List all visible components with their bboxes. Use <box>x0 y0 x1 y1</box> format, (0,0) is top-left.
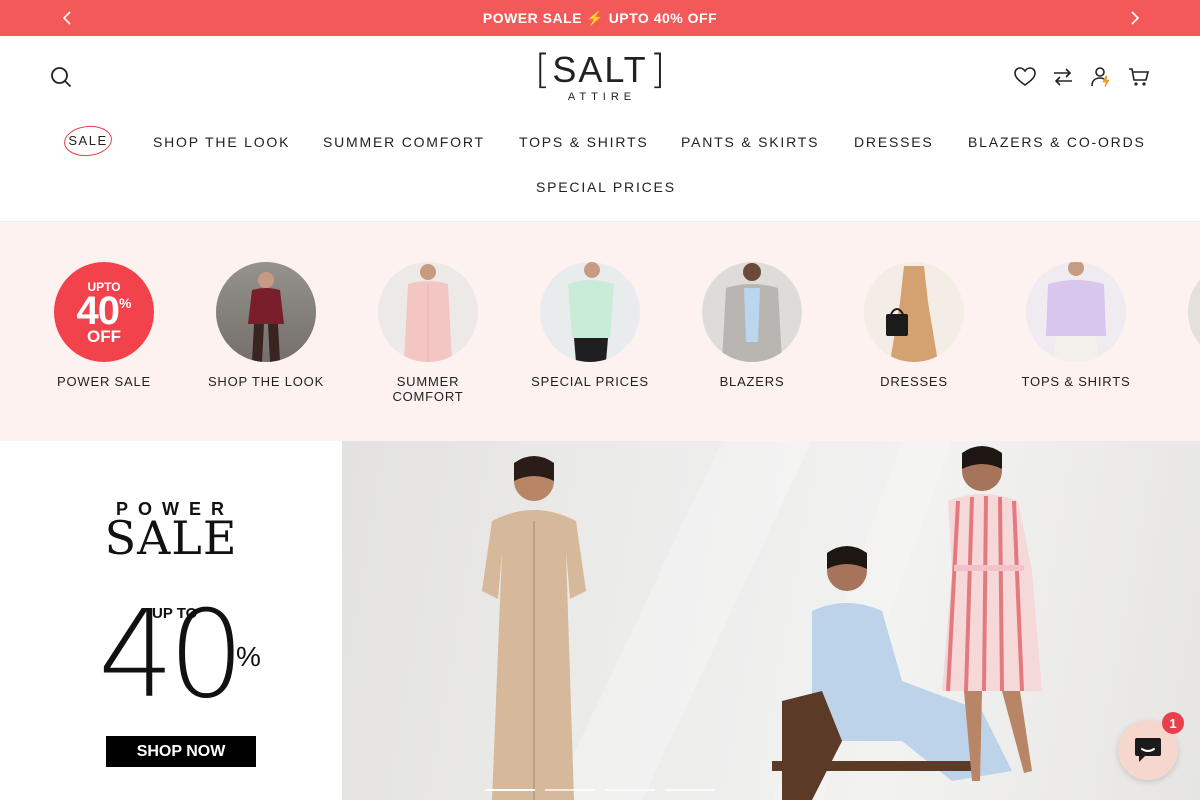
chat-unread-badge: 1 <box>1162 712 1184 734</box>
category-shop-the-look[interactable]: SHOP THE LOOK <box>201 262 331 389</box>
model-figure-image <box>722 263 782 362</box>
nav-item-shop-the-look[interactable]: SHOP THE LOOK <box>153 132 290 152</box>
category-image <box>702 262 802 362</box>
account-button[interactable] <box>1090 66 1112 88</box>
category-image <box>1188 262 1200 362</box>
category-image <box>1026 262 1126 362</box>
model-figure-image <box>216 262 316 362</box>
compare-icon <box>1054 68 1072 86</box>
category-summer-comfort[interactable]: SUMMER COMFORT <box>363 262 493 404</box>
chevron-right-icon <box>1131 11 1140 25</box>
category-label: DRESSES <box>880 374 948 389</box>
badge-off-text: OFF <box>87 327 121 346</box>
compare-button[interactable] <box>1052 66 1074 88</box>
category-special-prices[interactable]: SPECIAL PRICES <box>525 262 655 389</box>
category-strip: UPTO 40 % OFF POWER SALE SHOP THE LOOK S… <box>0 222 1200 441</box>
heart-icon <box>1014 67 1036 86</box>
header-icons <box>1014 66 1150 88</box>
category-blazers[interactable]: BLAZERS <box>687 262 817 389</box>
model-figure-image <box>1046 262 1106 362</box>
hero-image <box>342 441 1200 800</box>
shop-now-button[interactable]: SHOP NOW <box>106 736 256 767</box>
nav-item-special-prices[interactable]: SPECIAL PRICES <box>536 177 676 197</box>
category-dresses[interactable]: DRESSES <box>849 262 979 389</box>
category-image <box>540 262 640 362</box>
hero-promo-panel: POWER SALE 40 UP TO % SHOP NOW <box>0 441 342 800</box>
category-image <box>216 262 316 362</box>
chat-icon <box>1135 738 1161 762</box>
logo-bracket-left: [ <box>534 47 551 93</box>
nav-item-sale[interactable]: SALE <box>62 123 114 159</box>
model-figure-image <box>568 262 614 362</box>
wishlist-button[interactable] <box>1014 66 1036 88</box>
category-image <box>864 262 964 362</box>
site-logo[interactable]: [ SALT ] ATTIRE <box>535 49 666 108</box>
hero-pct: % <box>236 641 261 672</box>
badge-pct-text: % <box>119 295 132 311</box>
slider-dot-2[interactable] <box>545 789 595 791</box>
model-figure-image <box>886 266 938 362</box>
sale-highlight-ring <box>62 123 114 159</box>
category-tops-shirts[interactable]: TOPS & SHIRTS <box>1011 262 1141 389</box>
hero-models-illustration <box>482 441 1042 800</box>
category-label: SUMMER COMFORT <box>392 374 464 404</box>
category-label: SPECIAL PRICES <box>531 374 649 389</box>
nav-item-dresses[interactable]: DRESSES <box>854 132 934 152</box>
hero-slider-dots <box>485 789 715 791</box>
hero-title: SALE <box>104 511 238 565</box>
announcement-bar: POWER SALE ⚡ UPTO 40% OFF <box>0 0 1200 36</box>
announcement-text[interactable]: POWER SALE ⚡ UPTO 40% OFF <box>0 0 1200 36</box>
badge-amount-text: 40 <box>76 289 120 333</box>
nav-item-blazers-coords[interactable]: BLAZERS & CO-ORDS <box>968 132 1146 152</box>
category-partial-next[interactable] <box>1173 262 1200 362</box>
slider-dot-3[interactable] <box>605 789 655 791</box>
cart-icon <box>1129 68 1150 86</box>
nav-item-pants-skirts[interactable]: PANTS & SKIRTS <box>681 132 819 152</box>
category-label: SHOP THE LOOK <box>207 374 325 389</box>
nav-item-summer-comfort[interactable]: SUMMER COMFORT <box>323 132 485 152</box>
search-button[interactable] <box>50 66 72 88</box>
logo-bracket-right: ] <box>649 47 666 93</box>
hero-banner[interactable]: POWER SALE 40 UP TO % SHOP NOW <box>0 441 1200 800</box>
search-icon <box>51 67 72 88</box>
logo-sub-text: ATTIRE <box>567 91 637 103</box>
power-sale-badge: UPTO 40 % OFF <box>54 262 154 362</box>
announcement-next-button[interactable] <box>1120 0 1150 36</box>
hero-upto: UP TO <box>152 605 198 622</box>
account-icon <box>1091 67 1110 88</box>
category-label: TOPS & SHIRTS <box>1021 374 1131 389</box>
nav-item-tops-shirts[interactable]: TOPS & SHIRTS <box>519 132 648 152</box>
category-power-sale[interactable]: UPTO 40 % OFF POWER SALE <box>39 262 169 389</box>
category-label: BLAZERS <box>719 374 785 389</box>
category-image <box>378 262 478 362</box>
category-label: POWER SALE <box>57 374 151 389</box>
model-figure-image <box>404 264 452 362</box>
site-header: [ SALT ] ATTIRE SALE SHOP THE LOOK SUMME… <box>0 36 1200 222</box>
logo-main-text: SALT <box>552 49 648 90</box>
cart-button[interactable] <box>1128 66 1150 88</box>
slider-dot-4[interactable] <box>665 789 715 791</box>
slider-dot-1[interactable] <box>485 789 535 791</box>
